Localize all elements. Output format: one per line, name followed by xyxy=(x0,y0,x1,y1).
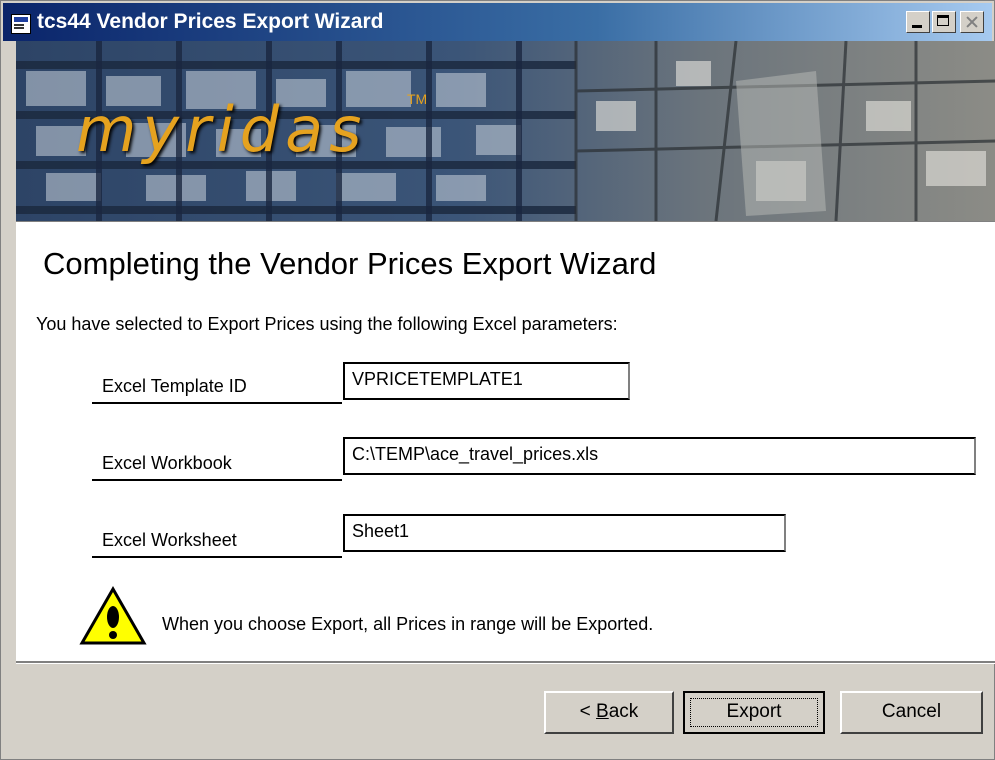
trademark-mark: TM xyxy=(407,91,428,107)
title-bar[interactable]: tcs44 Vendor Prices Export Wizard xyxy=(3,3,992,41)
export-button[interactable]: Export xyxy=(683,691,825,734)
worksheet-label: Excel Worksheet xyxy=(92,518,342,558)
intro-text: You have selected to Export Prices using… xyxy=(36,314,618,334)
page-title: Completing the Vendor Prices Export Wiza… xyxy=(43,246,657,281)
header-banner: myridas TM xyxy=(16,41,995,221)
warning-triangle-icon xyxy=(78,585,148,652)
wizard-window: tcs44 Vendor Prices Export Wizard myrida… xyxy=(0,0,995,760)
back-button-rest: ack xyxy=(608,701,639,722)
template-id-label: Excel Template ID xyxy=(92,364,342,404)
app-icon[interactable] xyxy=(11,14,31,34)
myridas-logo: myridas xyxy=(76,93,368,166)
back-button-prefix: < xyxy=(579,701,597,722)
cancel-button[interactable]: Cancel xyxy=(840,691,983,734)
workbook-label: Excel Workbook xyxy=(92,441,342,481)
window-title: tcs44 Vendor Prices Export Wizard xyxy=(37,10,384,33)
workbook-field[interactable]: C:\TEMP\ace_travel_prices.xls xyxy=(343,437,976,475)
worksheet-field[interactable]: Sheet1 xyxy=(343,514,786,552)
minimize-button[interactable] xyxy=(906,11,930,33)
template-id-field[interactable]: VPRICETEMPLATE1 xyxy=(343,362,630,400)
export-focus-ring xyxy=(690,698,818,727)
maximize-button[interactable] xyxy=(932,11,956,33)
cancel-button-label: Cancel xyxy=(881,701,942,722)
back-button[interactable]: < Back xyxy=(544,691,674,734)
close-button[interactable] xyxy=(960,11,984,33)
wizard-content: Completing the Vendor Prices Export Wiza… xyxy=(16,221,995,661)
warning-text: When you choose Export, all Prices in ra… xyxy=(162,614,654,634)
back-button-hotkey: B xyxy=(596,701,609,722)
footer-divider xyxy=(16,661,995,664)
